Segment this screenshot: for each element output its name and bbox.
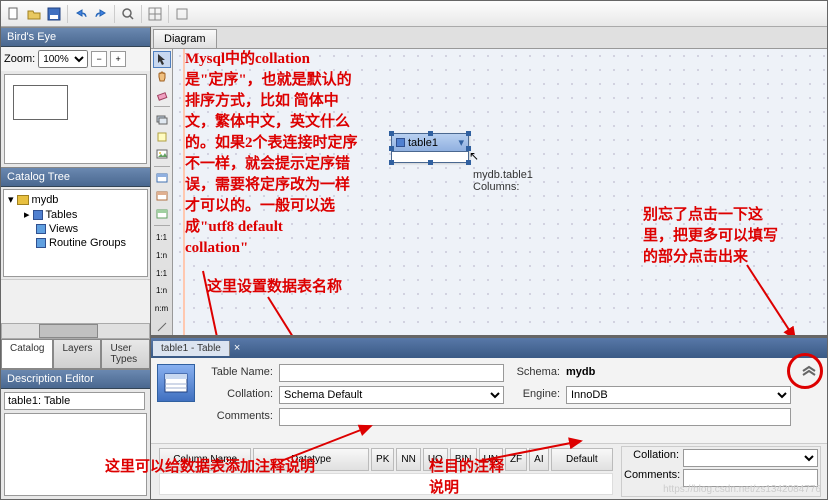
schema-value: mydb	[566, 364, 791, 382]
col-collation-select[interactable]	[683, 449, 818, 467]
tree-views-node[interactable]: Views	[22, 222, 145, 236]
toolbar-separator	[114, 5, 115, 23]
tables-icon	[33, 210, 43, 220]
col-collation-label: Collation:	[624, 449, 679, 467]
redo-icon[interactable]	[92, 5, 110, 23]
columns-grid[interactable]: Column Name Datatype PK NN UQ BIN UN ZF …	[157, 446, 615, 497]
eraser-tool-icon[interactable]	[153, 87, 171, 104]
description-input[interactable]	[4, 392, 145, 410]
editor-tab[interactable]: table1 - Table	[153, 341, 230, 356]
collation-select[interactable]: Schema Default	[279, 386, 504, 404]
routines-icon	[36, 238, 46, 248]
engine-select[interactable]: InnoDB	[566, 386, 791, 404]
views-icon	[36, 224, 46, 234]
expand-button[interactable]	[797, 364, 821, 426]
tab-user-types[interactable]: User Types	[101, 339, 150, 369]
table-tool-icon[interactable]	[153, 170, 171, 187]
table-object-name: table1	[408, 137, 438, 149]
image-tool-icon[interactable]	[153, 146, 171, 163]
hand-tool-icon[interactable]	[153, 69, 171, 86]
close-tab-icon[interactable]: ×	[230, 342, 244, 354]
diagram-preview[interactable]	[4, 74, 147, 164]
toolbar-separator	[168, 5, 169, 23]
zoom-out-button[interactable]: −	[91, 51, 107, 67]
comments-label: Comments:	[203, 408, 273, 426]
save-icon[interactable]	[45, 5, 63, 23]
rel-1-n-tool-icon[interactable]: 1:n	[153, 247, 171, 264]
view-tool-icon[interactable]	[153, 188, 171, 205]
table-name-label: Table Name:	[203, 364, 273, 382]
zoom-label: Zoom:	[4, 53, 35, 65]
table-editor-panel: table1 - Table × Table Name: Schema: myd…	[151, 335, 827, 499]
tree-db-node[interactable]: ▾mydb	[6, 192, 145, 207]
page-margin-line	[183, 49, 185, 335]
table-object[interactable]: table1▾	[391, 133, 469, 163]
catalog-tree-header: Catalog Tree	[1, 167, 150, 187]
engine-label: Engine:	[510, 386, 560, 404]
viewport-rect[interactable]	[13, 85, 68, 120]
watermark: https://blog.csdn.net/zs1342084776	[663, 484, 821, 495]
undo-icon[interactable]	[72, 5, 90, 23]
zoom-select[interactable]: 100%	[38, 50, 88, 68]
rel-n-m-tool-icon[interactable]: n:m	[153, 300, 171, 317]
desc-editor-header: Description Editor	[1, 369, 150, 389]
horizontal-scrollbar[interactable]	[1, 323, 150, 339]
settings-icon[interactable]	[173, 5, 191, 23]
catalog-tree[interactable]: ▾mydb ▸Tables Views Routine Groups	[3, 189, 148, 277]
diagram-tab[interactable]: Diagram	[153, 29, 217, 48]
tab-layers[interactable]: Layers	[53, 339, 101, 369]
toolbar-separator	[141, 5, 142, 23]
schema-label: Schema:	[510, 364, 560, 382]
rel-pick-tool-icon[interactable]	[153, 318, 171, 335]
workspace: Diagram 1:1 1:n 1:1 1:n n:m	[151, 27, 827, 499]
table-tooltip: mydb.table1 Columns:	[473, 169, 533, 193]
collation-label: Collation:	[203, 386, 273, 404]
routine-tool-icon[interactable]	[153, 205, 171, 222]
rel-1-nb-tool-icon[interactable]: 1:n	[153, 283, 171, 300]
tool-palette: 1:1 1:n 1:1 1:n n:m	[151, 49, 173, 335]
table-name-input[interactable]	[279, 364, 504, 382]
tree-tables-node[interactable]: ▸Tables	[22, 207, 145, 222]
search-icon[interactable]	[119, 5, 137, 23]
open-icon[interactable]	[25, 5, 43, 23]
toolbar-separator	[67, 5, 68, 23]
grid-icon[interactable]	[146, 5, 164, 23]
database-icon	[17, 195, 29, 205]
table-editor-icon	[157, 364, 195, 402]
tree-routines-node[interactable]: Routine Groups	[22, 236, 145, 250]
zoom-in-button[interactable]: +	[110, 51, 126, 67]
birds-eye-header: Bird's Eye	[1, 27, 150, 47]
tab-catalog[interactable]: Catalog	[1, 339, 53, 369]
table-icon	[396, 138, 405, 147]
sidebar-tabs: Catalog Layers User Types	[1, 339, 150, 369]
layer-tool-icon[interactable]	[153, 110, 171, 127]
rel-1-1b-tool-icon[interactable]: 1:1	[153, 265, 171, 282]
note-tool-icon[interactable]	[153, 128, 171, 145]
sidebar-scroll-area	[1, 279, 150, 339]
new-icon[interactable]	[5, 5, 23, 23]
comments-input[interactable]	[279, 408, 791, 426]
rel-1-1-tool-icon[interactable]: 1:1	[153, 229, 171, 246]
diagram-canvas[interactable]: table1▾ ↖ mydb.table1 Columns: Mysql中的co…	[173, 49, 827, 335]
left-sidebar: Bird's Eye Zoom: 100% − + Catalog Tree ▾…	[1, 27, 151, 499]
main-toolbar	[1, 1, 827, 27]
pointer-tool-icon[interactable]	[153, 51, 171, 68]
cursor-icon: ↖	[469, 149, 479, 163]
